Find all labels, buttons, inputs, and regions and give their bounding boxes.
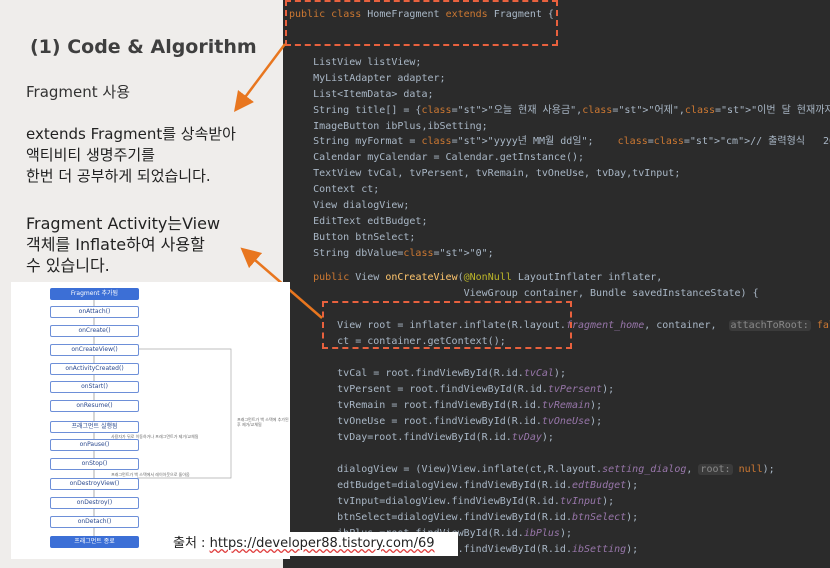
- source-caption: 출처 : https://developer88.tistory.com/69: [163, 532, 458, 556]
- code-line: dialogView = (View)View.inflate(ct,R.lay…: [289, 464, 775, 475]
- lifecycle-node: onDestroyView(): [50, 478, 139, 490]
- code-line: tvCal = root.findViewById(R.id.tvCal);: [289, 368, 566, 379]
- code-line: ImageButton ibPlus,ibSetting;: [289, 121, 488, 132]
- code-line: List<ItemData> data;: [289, 89, 434, 100]
- code-editor[interactable]: public class HomeFragment extends Fragme…: [283, 0, 830, 568]
- code-line: ViewGroup container, Bundle savedInstanc…: [289, 288, 759, 299]
- lifecycle-node: Fragment 추가됨: [50, 288, 139, 300]
- lifecycle-node: onPause(): [50, 439, 139, 451]
- slide-subtitle: Fragment 사용: [26, 83, 131, 101]
- lifecycle-node: 프래그먼트 실행됨: [50, 421, 139, 433]
- diagram-note-2: 프래그먼트가 백 스택에서 레이아웃으로 돌아옴: [111, 472, 190, 477]
- desc2-line: 객체를 Inflate하여 사용할: [26, 235, 205, 254]
- lifecycle-node: 프래그먼트 종료: [50, 536, 139, 548]
- code-line: public View onCreateView(@NonNull Layout…: [313, 272, 663, 283]
- highlight-inflate: [322, 301, 572, 349]
- code-line: EditText edtBudget;: [289, 216, 428, 227]
- lifecycle-node: onResume(): [50, 400, 139, 412]
- lifecycle-node: onDetach(): [50, 516, 139, 528]
- code-line: tvPersent = root.findViewById(R.id.tvPer…: [289, 384, 615, 395]
- desc1-line: extends Fragment를 상속받아: [26, 125, 236, 143]
- code-line: String dbValue=class="st">"0";: [289, 248, 494, 259]
- lifecycle-node: onAttach(): [50, 306, 139, 318]
- code-line: MyListAdapter adapter;: [289, 73, 446, 84]
- code-line: Calendar myCalendar = Calendar.getInstan…: [289, 152, 585, 163]
- code-line: String title[] = {class="st">"오늘 현재 사용금"…: [289, 105, 830, 116]
- lifecycle-node: onCreate(): [50, 325, 139, 337]
- lifecycle-node: onCreateView(): [50, 344, 139, 356]
- code-line: tvRemain = root.findViewById(R.id.tvRema…: [289, 400, 603, 411]
- slide-title: (1) Code & Algorithm: [30, 36, 257, 58]
- lifecycle-node: onDestroy(): [50, 497, 139, 509]
- code-line: Button btnSelect;: [289, 232, 416, 243]
- caption-link[interactable]: https://developer88.tistory.com/69: [210, 536, 435, 551]
- code-line: tvDay=root.findViewById(R.id.tvDay);: [289, 432, 554, 443]
- code-line: String myFormat = class="st">"yyyy년 MM월 …: [289, 136, 830, 147]
- code-line: tvOneUse = root.findViewById(R.id.tvOneU…: [289, 416, 603, 427]
- lifecycle-node: onStop(): [50, 458, 139, 470]
- lifecycle-diagram: Fragment 추가됨 onAttach() onCreate() onCreate…: [11, 282, 290, 559]
- desc1-line: 한번 더 공부하게 되었습니다.: [26, 167, 211, 185]
- desc1-line: 액티비티 생명주기를: [26, 146, 155, 164]
- diagram-note-1: 사용자가 뒤로 이동하거나 프래그먼트가 제거/교체됨: [111, 434, 199, 439]
- code-line: edtBudget=dialogView.findViewById(R.id.e…: [289, 480, 639, 491]
- code-line: btnSelect=dialogView.findViewById(R.id.b…: [289, 512, 639, 523]
- slide: (1) Code & Algorithm Fragment 사용 extends…: [0, 0, 830, 568]
- code-line: Context ct;: [289, 184, 380, 195]
- caption-prefix: 출처 :: [173, 536, 210, 551]
- description-2: Fragment Activity는View 객체를 Inflate하여 사용할…: [26, 213, 220, 276]
- code-line: TextView tvCal, tvPersent, tvRemain, tvO…: [289, 168, 681, 179]
- code-line: View dialogView;: [289, 200, 410, 211]
- code-line: ListView listView;: [289, 57, 422, 68]
- diagram-side-note: 프래그먼트가 백 스택에 추가된 후 제거/교체됨: [237, 417, 289, 427]
- lifecycle-node: onActivityCreated(): [50, 363, 139, 375]
- highlight-class-declaration: [285, 0, 558, 46]
- description-1: extends Fragment를 상속받아 액티비티 생명주기를 한번 더 공…: [26, 124, 236, 187]
- desc2-line: 수 있습니다.: [26, 256, 110, 275]
- desc2-line: Fragment Activity는View: [26, 214, 221, 233]
- lifecycle-node: onStart(): [50, 381, 139, 393]
- code-line: tvInput=dialogView.findViewById(R.id.tvI…: [289, 496, 615, 507]
